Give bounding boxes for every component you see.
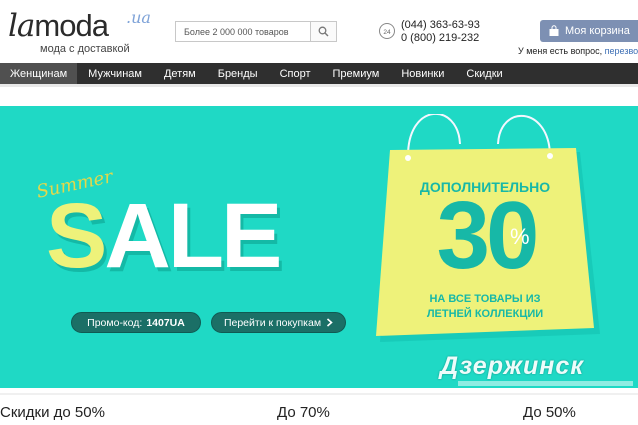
search-button[interactable] [310,22,336,41]
promo-code: 1407UA [146,316,185,329]
cart-button[interactable]: Моя корзина [540,20,638,42]
go-to-shopping-button[interactable]: Перейти к покупкам [211,312,346,333]
nav-underline [0,84,638,87]
search-icon [318,26,329,37]
cart-label: Моя корзина [565,25,630,37]
logo-wordmark: lamoda [8,8,109,44]
callback-link[interactable]: перезво [605,46,638,56]
summer-sale-banner[interactable]: Summer SALE Промо-код: 1407UA Перейти к … [0,106,638,388]
nav-item-new[interactable]: Новинки [390,63,455,84]
help-text: У меня есть вопрос, [518,46,603,56]
nav-item-women[interactable]: Женщинам [0,63,78,84]
deal-heading-3[interactable]: До 50% [523,404,576,421]
logo-tagline: мода с доставкой [40,43,130,55]
shop-button-label: Перейти к покупкам [223,316,322,329]
deal-heading-1[interactable]: Скидки до 50% [0,404,105,421]
deal-heading-2[interactable]: До 70% [277,404,330,421]
search-input[interactable] [176,22,312,41]
sale-headline: SALE [46,190,282,282]
bag-subtext-line1: НА ВСЕ ТОВАРЫ ИЗ [429,293,541,305]
bag-discount-value: 30 [436,182,540,289]
promo-label: Промо-код: [87,316,143,329]
bag-subtext: НА ВСЕ ТОВАРЫ ИЗ ЛЕТНЕЙ КОЛЛЕКЦИИ [400,292,570,322]
nav-item-men[interactable]: Мужчинам [77,63,153,84]
nav-item-sport[interactable]: Спорт [269,63,322,84]
bag-subtext-line2: ЛЕТНЕЙ КОЛЛЕКЦИИ [426,308,544,320]
svg-text:24: 24 [383,29,391,36]
phone-number-1[interactable]: (044) 363-63-93 [401,19,480,32]
lamoda-logo[interactable]: lamoda .ua мода с доставкой [8,6,158,56]
watermark-underline [458,381,633,386]
nav-item-kids[interactable]: Детям [153,63,207,84]
contact-phones: (044) 363-63-93 0 (800) 219-232 [401,19,480,45]
search-box [175,21,337,42]
chevron-right-icon [327,318,333,327]
section-divider [0,393,638,395]
24h-support-icon: 24 [379,23,395,39]
city-watermark: Дзержинск [440,352,584,380]
bag-icon [549,25,559,36]
callback-request: У меня есть вопрос, перезво [518,46,638,56]
logo-domain: .ua [126,8,151,27]
promo-code-badge: Промо-код: 1407UA [71,312,201,333]
phone-number-2[interactable]: 0 (800) 219-232 [401,32,480,45]
main-navigation: Женщинам Мужчинам Детям Бренды Спорт Пре… [0,63,638,84]
nav-item-brands[interactable]: Бренды [207,63,269,84]
site-header: lamoda .ua мода с доставкой 24 (044) 363… [0,0,638,62]
nav-item-sale[interactable]: Скидки [455,63,513,84]
sale-rest-letters: ALE [104,185,282,287]
nav-item-premium[interactable]: Премиум [322,63,391,84]
bag-percent-sign: % [510,224,530,249]
sale-first-letter: S [46,185,107,287]
